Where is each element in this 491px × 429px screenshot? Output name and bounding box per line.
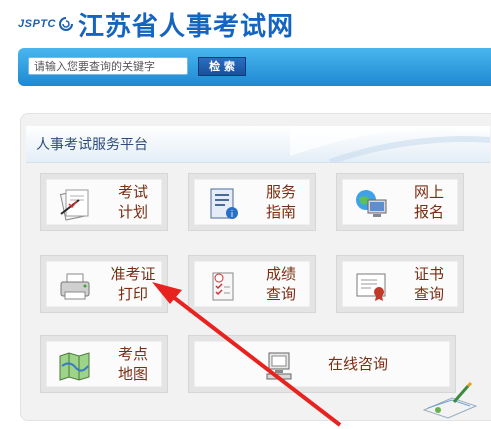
- pencil-document-decoration: [422, 381, 478, 419]
- site-logo[interactable]: JSPTC 江苏省人事考试网: [18, 6, 294, 42]
- logo-mark: JSPTC: [18, 18, 56, 30]
- svg-text:i: i: [231, 210, 234, 220]
- service-guide-icon: i: [210, 188, 238, 220]
- admission-ticket-print-icon: [60, 273, 90, 300]
- search-button[interactable]: 检 索: [198, 57, 246, 76]
- tile-label: 证书 查询: [413, 265, 444, 303]
- tile-label: 服务 指南: [265, 183, 296, 221]
- tile-service-guide[interactable]: i 服务 指南: [188, 173, 316, 231]
- search-input[interactable]: 请输入您要查询的关键字: [28, 57, 188, 75]
- exam-site-map-icon: [59, 352, 90, 381]
- tile-label: 考点 地图: [117, 345, 148, 383]
- tile-score-query[interactable]: 成绩 查询: [188, 255, 316, 313]
- tile-label: 在线咨询: [327, 355, 388, 373]
- logo-swirl-icon: [59, 17, 73, 31]
- tile-label: 准考证 打印: [110, 265, 156, 303]
- exam-plan-icon: [59, 189, 89, 221]
- score-query-icon: [212, 272, 234, 301]
- tile-certificate-query[interactable]: 证书 查询: [336, 255, 464, 313]
- panel-title: 人事考试服务平台: [36, 137, 148, 153]
- tile-admission-ticket-print[interactable]: 准考证 打印: [40, 255, 168, 313]
- tile-exam-site-map[interactable]: 考点 地图: [40, 335, 168, 393]
- tile-online-registration[interactable]: 网上 报名: [336, 173, 464, 231]
- online-consult-icon: [266, 352, 292, 380]
- certificate-query-icon: [356, 273, 386, 301]
- online-registration-icon: [356, 190, 387, 217]
- search-bar: 请输入您要查询的关键字 检 索: [18, 48, 491, 86]
- tile-label: 网上 报名: [413, 183, 444, 221]
- tile-label: 成绩 查询: [265, 265, 296, 303]
- panel-header: 人事考试服务平台: [26, 126, 490, 163]
- site-title: 江苏省人事考试网: [77, 11, 294, 42]
- tile-online-consult[interactable]: 在线咨询: [188, 335, 456, 393]
- tile-label: 考试 计划: [117, 183, 148, 221]
- header-swoosh-decoration: [290, 126, 490, 162]
- tile-exam-plan[interactable]: 考试 计划: [40, 173, 168, 231]
